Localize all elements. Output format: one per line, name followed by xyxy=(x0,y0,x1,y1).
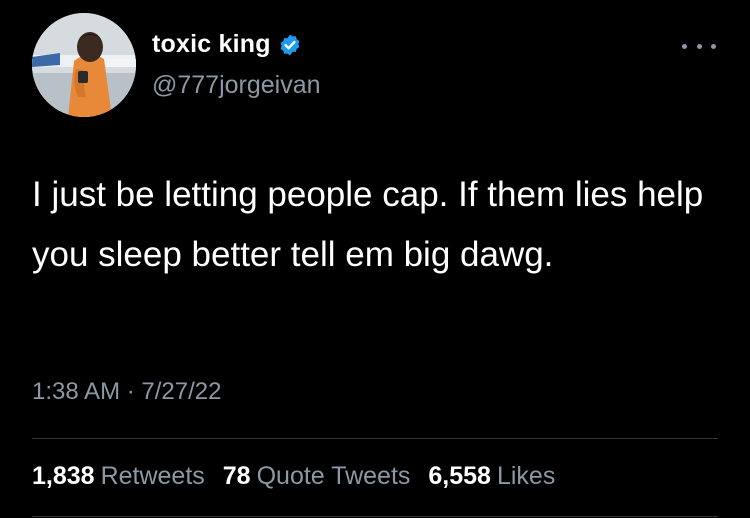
dot xyxy=(682,43,687,49)
tweet-text: I just be letting people cap. If them li… xyxy=(32,175,704,274)
retweets-stat[interactable]: 1,838 Retweets xyxy=(32,462,205,491)
verified-badge-icon xyxy=(280,34,300,55)
quote-tweets-stat[interactable]: 78 Quote Tweets xyxy=(223,462,411,491)
retweets-count: 1,838 xyxy=(32,462,95,490)
dot xyxy=(711,43,716,49)
likes-stat[interactable]: 6,558 Likes xyxy=(428,462,555,491)
meta-separator: · xyxy=(126,378,135,405)
tweet-timestamp[interactable]: 1:38 AM · 7/27/22 xyxy=(32,378,221,406)
dot xyxy=(696,43,702,49)
divider xyxy=(32,438,718,439)
tweet-date[interactable]: 7/27/22 xyxy=(141,378,221,405)
retweets-label: Retweets xyxy=(100,462,205,490)
tweet-card: toxic king @777jorgeivan I just be letti… xyxy=(0,0,750,518)
author-name-row[interactable]: toxic king xyxy=(152,30,302,59)
tweet-time[interactable]: 1:38 AM xyxy=(32,378,120,405)
avatar-photo xyxy=(32,13,136,117)
likes-count: 6,558 xyxy=(428,462,491,490)
more-options-icon[interactable] xyxy=(682,36,716,56)
avatar[interactable] xyxy=(32,13,136,117)
quote-tweets-label: Quote Tweets xyxy=(256,462,411,490)
author-handle[interactable]: @777jorgeivan xyxy=(152,71,321,100)
display-name[interactable]: toxic king xyxy=(152,30,271,59)
likes-label: Likes xyxy=(496,462,556,490)
divider xyxy=(32,516,718,517)
engagement-stats: 1,838 Retweets 78 Quote Tweets 6,558 Likes xyxy=(32,462,573,491)
quote-tweets-count: 78 xyxy=(222,462,251,490)
